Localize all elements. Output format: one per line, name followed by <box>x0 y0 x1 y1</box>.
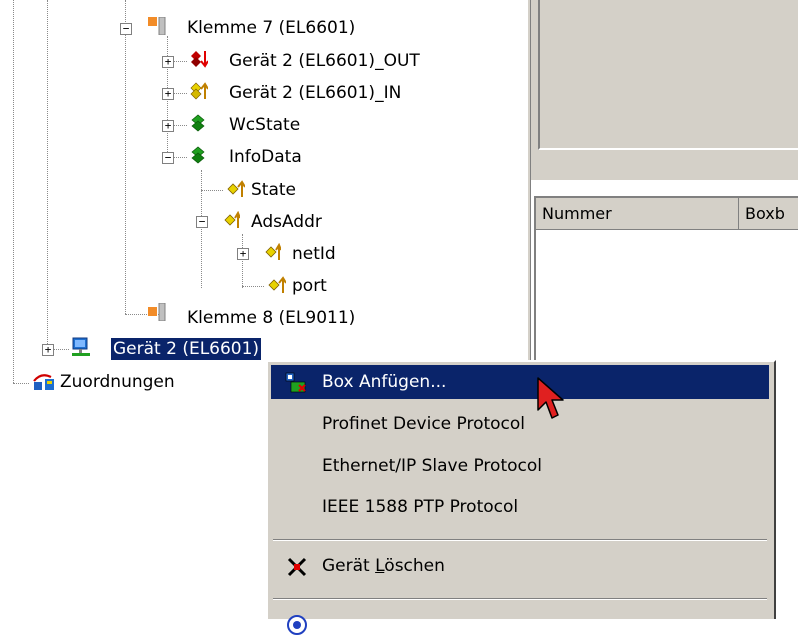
tree-item-in[interactable]: Gerät 2 (EL6601)_IN <box>229 82 401 104</box>
tree-item-state[interactable]: State <box>251 179 296 201</box>
var-icon <box>268 276 286 293</box>
collapse-toggle[interactable]: − <box>120 23 132 35</box>
var-icon <box>265 243 281 260</box>
menu-item-box-anfuegen[interactable]: Box Anfügen... <box>271 365 769 399</box>
column-header-nummer[interactable]: Nummer <box>536 198 739 230</box>
column-header-box[interactable]: Boxb <box>739 198 798 230</box>
online-icon <box>287 615 307 635</box>
var-icon <box>227 180 245 197</box>
menu-separator <box>273 598 767 600</box>
expand-toggle[interactable]: + <box>162 56 174 68</box>
menu-item-ieee1588[interactable]: IEEE 1588 PTP Protocol <box>271 490 769 524</box>
menu-separator <box>273 539 767 541</box>
terminal-icon <box>148 303 166 321</box>
menu-label: Ethernet/IP Slave Protocol <box>322 456 542 476</box>
menu-item-online[interactable] <box>271 606 769 640</box>
menu-label: Gerät Löschen <box>322 556 445 576</box>
cursor-icon <box>537 377 564 419</box>
tree-item-klemme7[interactable]: Klemme 7 (EL6601) <box>187 17 355 39</box>
expand-toggle[interactable]: + <box>237 248 249 260</box>
delete-icon <box>287 557 307 577</box>
status-var-icon <box>191 114 205 132</box>
menu-item-geraet-loeschen[interactable]: Gerät Löschen <box>271 549 769 583</box>
expand-toggle[interactable]: + <box>42 344 54 356</box>
menu-label: IEEE 1588 PTP Protocol <box>322 497 519 517</box>
tree-item-adsaddr[interactable]: AdsAddr <box>251 211 322 233</box>
tree-item-port[interactable]: port <box>292 275 327 297</box>
expand-toggle[interactable]: + <box>162 88 174 100</box>
input-var-icon <box>190 82 208 100</box>
tree-item-infodata[interactable]: InfoData <box>229 146 302 168</box>
status-var-icon <box>191 146 205 164</box>
menu-label: Profinet Device Protocol <box>322 414 526 434</box>
menu-label: Box Anfügen... <box>322 372 447 392</box>
collapse-toggle[interactable]: − <box>196 216 208 228</box>
mapping-icon <box>33 374 54 390</box>
collapse-toggle[interactable]: − <box>162 152 174 164</box>
menu-item-profinet[interactable]: Profinet Device Protocol <box>271 407 769 441</box>
tree-item-out[interactable]: Gerät 2 (EL6601)_OUT <box>229 50 420 72</box>
terminal-icon <box>148 17 166 35</box>
output-var-icon <box>191 51 208 68</box>
add-box-icon <box>285 372 306 393</box>
detail-panel-inner <box>538 0 798 150</box>
tree-item-geraet2[interactable]: Gerät 2 (EL6601) <box>111 338 262 360</box>
tree-item-netid[interactable]: netId <box>292 243 336 265</box>
expand-toggle[interactable]: + <box>162 120 174 132</box>
tree-item-wcstate[interactable]: WcState <box>229 114 300 136</box>
tree-item-zuordnungen[interactable]: Zuordnungen <box>60 371 175 393</box>
menu-item-ethernetip[interactable]: Ethernet/IP Slave Protocol <box>271 449 769 483</box>
context-menu: Box Anfügen... Profinet Device Protocol … <box>266 360 776 635</box>
var-icon <box>224 211 240 228</box>
tree-item-klemme8[interactable]: Klemme 8 (EL9011) <box>187 307 355 329</box>
device-icon <box>72 337 90 356</box>
